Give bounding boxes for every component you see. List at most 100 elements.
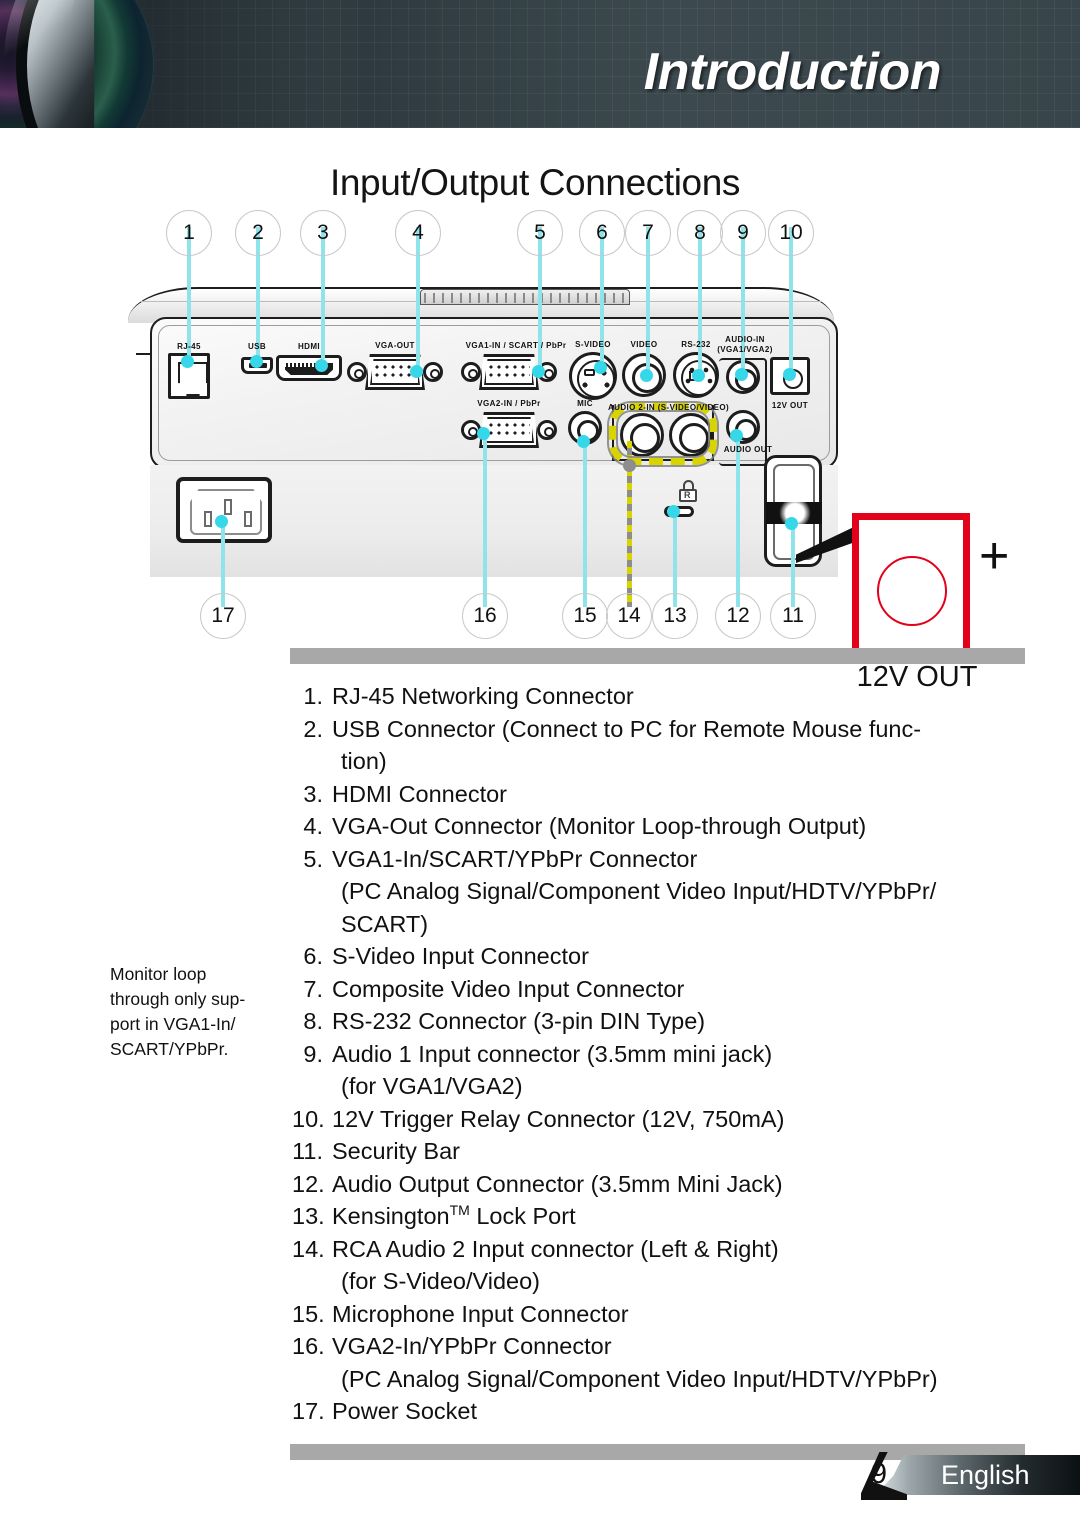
list-item: 16. VGA2-In/YPbPr Connector bbox=[292, 1330, 1032, 1363]
list-item-continuation: (PC Analog Signal/Component Video Input/… bbox=[292, 1363, 1032, 1396]
list-item-number: 14. bbox=[292, 1235, 325, 1262]
leader-dot-12 bbox=[730, 429, 743, 442]
list-item-text: VGA1-In/SCART/YPbPr Connector bbox=[332, 845, 698, 872]
leader-dot-17 bbox=[215, 515, 228, 528]
callout-4[interactable]: 4 bbox=[395, 210, 441, 256]
list-item-text: RS-232 Connector (3-pin DIN Type) bbox=[332, 1008, 706, 1034]
callout-8[interactable]: 8 bbox=[677, 210, 723, 256]
connector-list: 1. RJ-45 Networking Connector 2. USB Connec… bbox=[292, 680, 1032, 1428]
leader-line-16 bbox=[483, 435, 487, 607]
list-item-number: 8. bbox=[303, 1008, 323, 1034]
callout-17[interactable]: 17 bbox=[200, 593, 246, 639]
list-item-text: Microphone Input Connector bbox=[332, 1300, 629, 1327]
callout-14[interactable]: 14 bbox=[606, 593, 652, 639]
list-item-text: Composite Video Input Connector bbox=[332, 975, 685, 1002]
projector-vent-slats bbox=[424, 293, 624, 303]
side-note-line-4: SCART/YPbPr. bbox=[110, 1039, 229, 1059]
callout-7[interactable]: 7 bbox=[625, 210, 671, 256]
leader-line-15 bbox=[583, 445, 587, 607]
list-item: 8. RS-232 Connector (3-pin DIN Type) bbox=[292, 1005, 1032, 1038]
port-label-audio2-in: AUDIO 2-IN (S-VIDEO/VIDEO) bbox=[608, 403, 730, 412]
list-item-continuation-text: tion) bbox=[341, 748, 387, 774]
port-label-hdmi: HDMI bbox=[297, 342, 321, 351]
callout-12[interactable]: 12 bbox=[715, 593, 761, 639]
list-item-number: 17. bbox=[292, 1398, 325, 1424]
vga-out-port bbox=[347, 352, 443, 392]
leader-dot-13 bbox=[667, 505, 680, 518]
leader-line-12 bbox=[736, 435, 740, 607]
leader-dot-9 bbox=[735, 368, 748, 381]
side-note: Monitor loop through only sup- port in V… bbox=[110, 962, 280, 1062]
twelve-volt-callout-circle bbox=[877, 556, 947, 626]
port-label-mic: MIC bbox=[577, 399, 593, 408]
list-item-continuation-text: (for VGA1/VGA2) bbox=[341, 1073, 523, 1099]
callout-16[interactable]: 16 bbox=[462, 593, 508, 639]
list-item-continuation: (for S-Video/Video) bbox=[292, 1265, 1032, 1298]
callout-9[interactable]: 9 bbox=[720, 210, 766, 256]
callout-2[interactable]: 2 bbox=[235, 210, 281, 256]
list-item: 17. Power Socket bbox=[292, 1395, 1032, 1428]
list-item-text: Audio 1 Input connector (3.5mm mini jack… bbox=[332, 1040, 773, 1067]
port-label-video: VIDEO bbox=[630, 340, 658, 349]
projector-left-edge bbox=[136, 353, 152, 355]
leader-dot-2 bbox=[250, 355, 263, 368]
list-item: 10. 12V Trigger Relay Connector (12V, 750… bbox=[292, 1103, 1032, 1136]
trademark-symbol: TM bbox=[449, 1202, 470, 1219]
list-item: 11. Security Bar bbox=[292, 1135, 1032, 1168]
callout-11[interactable]: 11 bbox=[770, 593, 816, 639]
list-item: 12. Audio Output Connector (3.5mm Mini Ja… bbox=[292, 1168, 1032, 1201]
projector-lens-icon bbox=[0, 0, 164, 128]
leader-dot-14 bbox=[623, 459, 636, 472]
port-label-audio-out: AUDIO OUT bbox=[723, 445, 773, 454]
port-label-vga-out: VGA-OUT bbox=[375, 341, 415, 350]
list-item-text: Power Socket bbox=[332, 1398, 477, 1424]
list-item-text: Audio Output Connector (3.5mm Mini Jack) bbox=[332, 1170, 783, 1197]
list-item-number: 3. bbox=[303, 780, 323, 807]
list-item-continuation-text: (PC Analog Signal/Component Video Input/… bbox=[341, 1365, 938, 1392]
leader-dot-5 bbox=[532, 365, 545, 378]
list-item: 1. RJ-45 Networking Connector bbox=[292, 680, 1032, 713]
list-item-continuation-text: (PC Analog Signal/Component Video Input/… bbox=[341, 878, 937, 904]
section-title: Input/Output Connections bbox=[330, 162, 741, 203]
side-note-line-1: Monitor loop bbox=[110, 964, 207, 984]
leader-dot-6 bbox=[594, 361, 607, 374]
list-item: 7. Composite Video Input Connector bbox=[292, 973, 1032, 1006]
footer-language-label: English bbox=[941, 1460, 1030, 1490]
list-item: 13. KensingtonTM Lock Port bbox=[292, 1200, 1032, 1233]
vga2-in-port bbox=[461, 410, 557, 450]
leader-dot-15 bbox=[577, 435, 590, 448]
callout-3[interactable]: 3 bbox=[300, 210, 346, 256]
leader-dot-7 bbox=[640, 369, 653, 382]
manual-page: Introduction Input/Output Connections RJ… bbox=[0, 0, 1080, 1532]
side-note-line-3: port in VGA1-In/ bbox=[110, 1014, 236, 1034]
list-item: 3. HDMI Connector bbox=[292, 778, 1032, 811]
list-item: 9. Audio 1 Input connector (3.5mm mini ja… bbox=[292, 1038, 1032, 1071]
list-item-continuation: SCART) bbox=[292, 908, 1032, 941]
list-item-text: KensingtonTM Lock Port bbox=[332, 1202, 576, 1229]
callout-6[interactable]: 6 bbox=[579, 210, 625, 256]
list-item-number: 12. bbox=[292, 1170, 325, 1197]
list-item-continuation: (for VGA1/VGA2) bbox=[292, 1070, 1032, 1103]
callout-10[interactable]: 10 bbox=[768, 210, 814, 256]
callout-1[interactable]: 1 bbox=[166, 210, 212, 256]
list-item: 5. VGA1-In/SCART/YPbPr Connector bbox=[292, 843, 1032, 876]
port-label-12v-out: 12V OUT bbox=[771, 401, 809, 410]
list-item-continuation: (PC Analog Signal/Component Video Input/… bbox=[292, 875, 1032, 908]
port-label-vga2-in: VGA2-IN / PbPr bbox=[477, 399, 541, 408]
callout-15[interactable]: 15 bbox=[562, 593, 608, 639]
list-item-text: RCA Audio 2 Input connector (Left & Righ… bbox=[332, 1235, 779, 1262]
page-header: Introduction bbox=[0, 0, 1080, 128]
list-item: 14. RCA Audio 2 Input connector (Left & R… bbox=[292, 1233, 1032, 1266]
audio2-in-highlight bbox=[609, 403, 717, 465]
list-item-number: 4. bbox=[303, 813, 323, 839]
io-connections-diagram: RJ-45 USB HDMI VGA-OUT VGA1-IN / SCART /… bbox=[0, 205, 1080, 693]
callout-5[interactable]: 5 bbox=[517, 210, 563, 256]
list-item: 2. USB Connector (Connect to PC for Remot… bbox=[292, 713, 1032, 746]
list-item-number: 11. bbox=[292, 1138, 323, 1164]
port-label-svideo: S-VIDEO bbox=[575, 340, 611, 349]
list-item-continuation-text: (for S-Video/Video) bbox=[341, 1268, 540, 1294]
divider-top bbox=[290, 648, 1025, 664]
leader-dot-1 bbox=[181, 355, 194, 368]
hdmi-port bbox=[276, 355, 342, 381]
callout-13[interactable]: 13 bbox=[652, 593, 698, 639]
